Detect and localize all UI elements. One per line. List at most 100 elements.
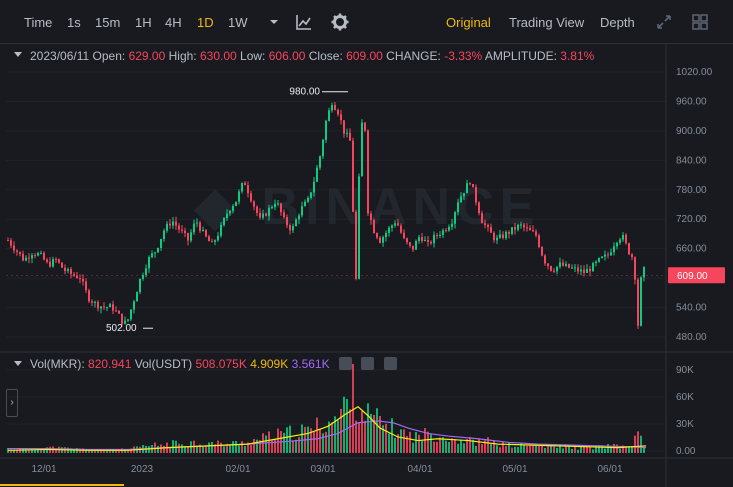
candle-body	[118, 310, 120, 314]
settings-gear-icon[interactable]	[330, 12, 350, 32]
volume-bar	[580, 446, 582, 453]
candle-body	[445, 230, 447, 232]
candle-body	[100, 306, 102, 309]
time-button[interactable]: Time	[24, 15, 52, 30]
volume-bar	[187, 446, 189, 453]
candle-body	[229, 210, 231, 214]
volume-bar	[325, 431, 327, 453]
volume-bar	[316, 417, 318, 453]
candle-body	[103, 306, 105, 308]
candle-body	[562, 262, 564, 266]
volume-bar	[265, 435, 267, 453]
more-timeframes-dropdown-icon[interactable]	[264, 12, 284, 32]
price-tick-label: 840.00	[676, 155, 707, 166]
volume-bar	[538, 445, 540, 453]
volume-bar	[394, 437, 396, 453]
candle-body	[178, 225, 180, 230]
candle-body	[355, 211, 357, 279]
layout-grid-icon[interactable]	[690, 12, 710, 32]
candle-body	[145, 268, 147, 276]
candle-body	[448, 226, 450, 231]
candle-body	[559, 262, 561, 267]
candle-body	[472, 184, 474, 188]
volume-bar	[37, 449, 39, 453]
candle-body	[199, 222, 201, 231]
low-marker-label: 502.00	[106, 323, 137, 334]
candle-body	[28, 257, 30, 259]
candle-body	[310, 192, 312, 198]
volume-bar	[508, 442, 510, 453]
view-original[interactable]: Original	[446, 15, 491, 30]
volume-bar	[349, 409, 351, 453]
volume-bar	[418, 434, 420, 453]
fullscreen-icon[interactable]	[654, 12, 674, 32]
candle-body	[463, 193, 465, 197]
volume-bar	[55, 449, 57, 453]
candle-body	[391, 225, 393, 228]
expand-panel-button[interactable]: ›	[6, 389, 18, 417]
candle-body	[469, 183, 471, 185]
timeframe-15m[interactable]: 15m	[95, 15, 120, 30]
volume-bar	[253, 438, 255, 453]
candle-body	[421, 237, 423, 242]
candle-body	[262, 213, 264, 218]
candle-body	[112, 304, 114, 311]
volume-bar	[517, 447, 519, 453]
volume-bar	[514, 446, 516, 453]
candle-body	[331, 105, 333, 111]
view-depth[interactable]: Depth	[600, 15, 635, 30]
candle-body	[70, 269, 72, 275]
candle-body	[565, 263, 567, 266]
timeframe-1w[interactable]: 1W	[228, 15, 248, 30]
candle-body	[31, 255, 33, 259]
candle-body	[508, 231, 510, 234]
time-tick-label: 03/01	[310, 464, 335, 475]
candle-body	[478, 202, 480, 214]
volume-bar	[412, 442, 414, 453]
candle-body	[148, 257, 150, 269]
volume-bar	[178, 443, 180, 453]
timeframe-4h[interactable]: 4H	[165, 15, 182, 30]
volume-bar	[451, 438, 453, 453]
candle-body	[79, 278, 81, 280]
indicator-settings-icon[interactable]	[361, 357, 375, 370]
vol-usdt-value: 508.075K	[195, 357, 247, 371]
candle-body	[46, 259, 48, 262]
candle-body	[202, 229, 204, 231]
volume-bar	[298, 437, 300, 453]
candle-body	[328, 110, 330, 121]
hide-indicator-icon[interactable]	[338, 357, 352, 370]
candlestick-chart[interactable]: ◆ BINANCE1020.00960.00900.00840.00780.00…	[0, 44, 733, 487]
price-tick-label: 480.00	[676, 332, 707, 343]
candle-body	[643, 266, 645, 278]
candle-body	[7, 240, 9, 242]
remove-indicator-icon[interactable]	[383, 357, 397, 370]
vol-ma1-value: 4.909K	[250, 357, 289, 371]
volume-bar	[220, 442, 222, 453]
indicator-icon[interactable]	[294, 12, 314, 32]
volume-bar	[211, 441, 213, 453]
volume-bar	[505, 446, 507, 453]
candle-body	[493, 232, 495, 241]
candle-body	[622, 234, 624, 240]
candle-body	[160, 239, 162, 248]
timeframe-1s[interactable]: 1s	[67, 15, 81, 30]
volume-bar	[535, 445, 537, 453]
timeframe-1d[interactable]: 1D	[197, 15, 214, 30]
candle-body	[205, 229, 207, 237]
candle-body	[481, 213, 483, 224]
collapse-volume-icon[interactable]	[14, 361, 22, 366]
volume-tick-label: 30K	[676, 419, 694, 430]
volume-bar	[388, 433, 390, 453]
candle-body	[10, 240, 12, 246]
candle-body	[547, 263, 549, 266]
candle-body	[217, 235, 219, 241]
view-trading-view[interactable]: Trading View	[509, 15, 584, 30]
volume-bar	[241, 441, 243, 453]
price-tick-label: 660.00	[676, 244, 707, 255]
candle-body	[184, 230, 186, 234]
volume-bar	[319, 429, 321, 453]
candle-body	[484, 223, 486, 225]
timeframe-1h[interactable]: 1H	[135, 15, 152, 30]
volume-bar	[235, 441, 237, 453]
